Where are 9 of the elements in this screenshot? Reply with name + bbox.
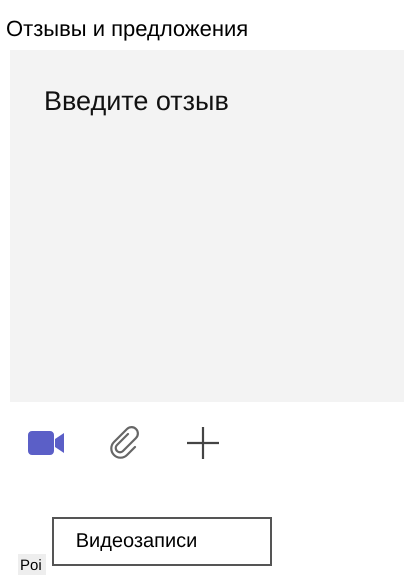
plus-icon: [186, 426, 220, 460]
form-title: Отзывы и предложения: [5, 15, 250, 42]
video-button[interactable]: [26, 429, 66, 457]
video-camera-icon: [28, 431, 64, 455]
section-label: Poi: [18, 554, 46, 575]
tooltip: Видеозаписи: [52, 517, 272, 566]
add-button[interactable]: [184, 424, 222, 462]
paperclip-icon: [108, 426, 142, 460]
feedback-field[interactable]: Введите отзыв: [10, 50, 404, 402]
